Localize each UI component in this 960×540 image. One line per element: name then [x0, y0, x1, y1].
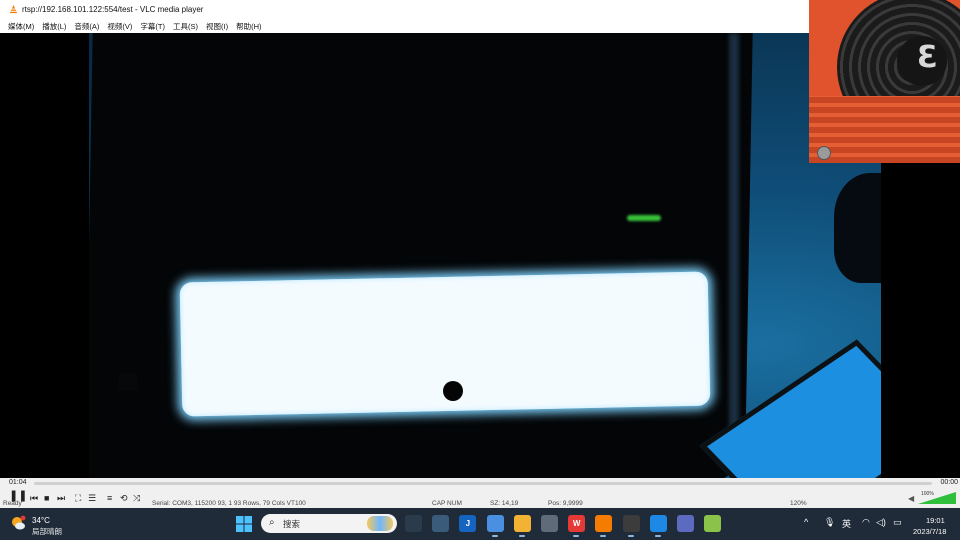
- volume-icon[interactable]: ◁): [876, 517, 886, 528]
- running-indicator: [573, 535, 580, 537]
- time-elapsed: 01:04: [9, 479, 27, 486]
- menu-help[interactable]: 帮助(H): [232, 21, 265, 32]
- taskbar-browser-icon[interactable]: [486, 515, 504, 537]
- taskbar-jflash-icon[interactable]: J: [459, 515, 477, 532]
- title-bar[interactable]: rtsp://192.168.101.122:554/test - VLC me…: [0, 0, 810, 19]
- search-placeholder: 搜索: [283, 519, 301, 529]
- taskbar-app-cube-icon[interactable]: [704, 515, 722, 532]
- control-bar: ❚❚ ⏮ ■ ⏭ ⛶ ☰ ≡ ⟲ ⤨ ◀ 100%: [0, 489, 960, 508]
- clock-date[interactable]: 2023/7/18: [913, 527, 946, 536]
- bg-status-zoom: 120%: [790, 500, 807, 507]
- taskbar-task-view-icon[interactable]: [405, 515, 422, 532]
- taskbar-vlc-icon[interactable]: [595, 515, 613, 537]
- video-small-object: [119, 373, 137, 391]
- bg-status-size: SZ: 14,19: [490, 500, 519, 507]
- fan-grille: [809, 96, 960, 163]
- bg-status-caps: CAP NUM: [432, 500, 462, 507]
- taskbar-edge-icon[interactable]: [649, 515, 667, 537]
- taskbar-obs-icon[interactable]: [622, 515, 640, 537]
- menu-bar: 媒体(M) 播放(L) 音频(A) 视频(V) 字幕(T) 工具(S) 视图(I…: [0, 19, 810, 33]
- running-indicator: [518, 535, 525, 537]
- video-frame: [89, 33, 881, 478]
- taskbar-remote-tool-icon[interactable]: [677, 515, 694, 532]
- search-highlight-image: [367, 516, 393, 531]
- taskbar: 34°C 局部晴朗 ⌕ 搜索 J W ^ 🎙 英 ◠ ◁) ▭ 19:01 202…: [0, 508, 960, 540]
- shuffle-button[interactable]: ⤨: [133, 493, 140, 503]
- next-button[interactable]: ⏭: [57, 493, 65, 503]
- menu-view[interactable]: 视图(I): [202, 21, 232, 32]
- wifi-icon[interactable]: ◠: [862, 517, 870, 528]
- seek-slider[interactable]: [34, 482, 932, 485]
- screw-image: [817, 146, 831, 160]
- video-device-edge: [729, 33, 739, 453]
- time-total: 00:00: [940, 479, 958, 486]
- menu-media[interactable]: 媒体(M): [0, 21, 38, 32]
- running-indicator: [654, 535, 661, 537]
- video-green-led: [627, 215, 661, 221]
- running-indicator: [600, 535, 607, 537]
- taskbar-search[interactable]: ⌕ 搜索: [261, 514, 397, 533]
- previous-button[interactable]: ⏮: [30, 493, 38, 503]
- menu-playback[interactable]: 播放(L): [38, 21, 70, 32]
- running-indicator: [491, 535, 498, 537]
- seek-row: 01:04 00:00: [0, 478, 960, 489]
- camera-overlay: Ɛ: [809, 0, 960, 163]
- running-indicator: [627, 535, 634, 537]
- extended-settings-button[interactable]: ☰: [88, 493, 96, 503]
- search-icon: ⌕: [269, 517, 275, 528]
- video-camera-dot: [443, 381, 463, 401]
- bg-status-ready: Ready: [3, 500, 22, 507]
- taskbar-wps-icon[interactable]: W: [568, 515, 586, 537]
- vlc-cone-icon: [9, 5, 18, 14]
- tray-chevron-up-icon[interactable]: ^: [804, 517, 808, 527]
- menu-audio[interactable]: 音频(A): [70, 21, 103, 32]
- input-method-indicator[interactable]: 英: [842, 517, 851, 530]
- taskbar-file-explorer-icon[interactable]: [513, 515, 531, 537]
- playlist-button[interactable]: ≡: [107, 493, 112, 503]
- stop-button[interactable]: ■: [44, 493, 49, 503]
- bg-status-serial: Serial: COM3, 115200 93, 1 93 Rows, 79 C…: [152, 500, 306, 507]
- windows-start-icon[interactable]: [236, 516, 252, 532]
- weather-sun-icon[interactable]: [10, 515, 26, 531]
- menu-subtitle[interactable]: 字幕(T): [136, 21, 169, 32]
- fullscreen-button[interactable]: ⛶: [75, 493, 81, 503]
- volume-percent: 100%: [921, 491, 934, 497]
- taskbar-weather-widget-icon[interactable]: [432, 515, 450, 532]
- weather-description[interactable]: 局部晴朗: [32, 526, 62, 537]
- speaker-icon[interactable]: ◀: [908, 494, 914, 503]
- bg-status-pos: Pos: 9,9999: [548, 500, 583, 507]
- vlc-window: rtsp://192.168.101.122:554/test - VLC me…: [0, 0, 960, 508]
- battery-icon[interactable]: ▭: [893, 517, 902, 528]
- video-shadow: [834, 173, 881, 283]
- menu-video[interactable]: 视频(V): [103, 21, 136, 32]
- taskbar-notepad-icon[interactable]: [541, 515, 558, 532]
- window-title: rtsp://192.168.101.122:554/test - VLC me…: [22, 5, 204, 14]
- loop-button[interactable]: ⟲: [120, 493, 128, 503]
- menu-tools[interactable]: 工具(S): [169, 21, 202, 32]
- microphone-icon[interactable]: 🎙: [824, 517, 835, 528]
- clock-time[interactable]: 19:01: [926, 516, 945, 525]
- weather-temperature[interactable]: 34°C: [32, 516, 50, 525]
- fan-logo: Ɛ: [917, 40, 938, 75]
